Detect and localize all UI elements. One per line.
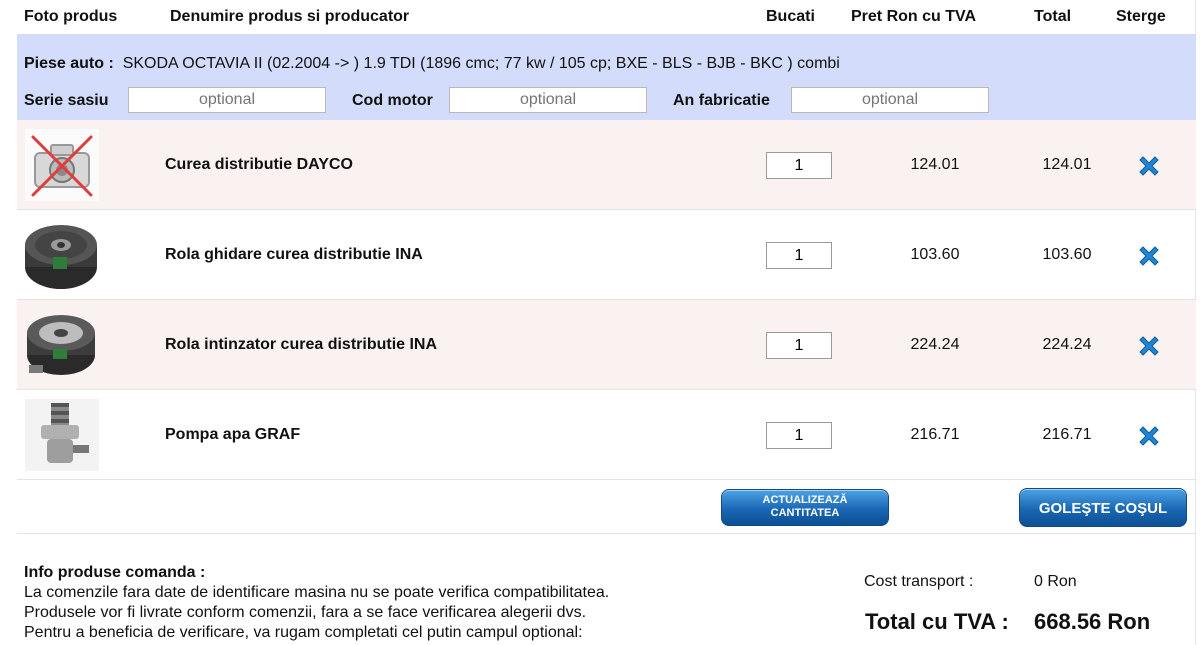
tensioner-pulley-image: [27, 315, 95, 375]
update-button-line2: CANTITATEA: [770, 507, 840, 519]
table-header: Foto produs Denumire produs si producato…: [0, 0, 1196, 34]
col-name-header: Denumire produs si producator: [170, 8, 410, 25]
col-price-header: Pret Ron cu TVA: [851, 8, 977, 25]
product-name[interactable]: Rola ghidare curea distributie INA: [165, 246, 423, 264]
quantity-input[interactable]: [766, 332, 832, 359]
update-button-line1: ACTUALIZEAZĂ: [762, 494, 848, 506]
delete-icon[interactable]: [1137, 244, 1161, 268]
info-title: Info produse comanda :: [24, 564, 206, 581]
car-line: Piese auto : SKODA OCTAVIA II (02.2004 -…: [24, 55, 840, 73]
engine-code-label: Cod motor: [352, 92, 433, 109]
update-quantity-button[interactable]: ACTUALIZEAZĂ CANTITATEA: [721, 489, 889, 526]
year-label: An fabricatie: [673, 92, 770, 109]
car-description: SKODA OCTAVIA II (02.2004 -> ) 1.9 TDI (…: [122, 55, 840, 72]
order-info: Info produse comanda : La comenzile fara…: [24, 563, 609, 643]
transport-cost-label: Cost transport :: [864, 573, 974, 590]
car-info-band: Piese auto : SKODA OCTAVIA II (02.2004 -…: [17, 34, 1196, 120]
idler-pulley-image: [25, 225, 97, 289]
divider: [17, 533, 1196, 534]
empty-cart-button[interactable]: GOLEŞTE COŞUL: [1019, 488, 1187, 527]
product-name[interactable]: Curea distributie DAYCO: [165, 156, 353, 174]
vin-input[interactable]: [128, 87, 326, 113]
product-row: Pompa apa GRAF 216.71 216.71: [17, 390, 1196, 480]
product-row: Rola intinzator curea distributie INA 22…: [17, 300, 1196, 390]
product-row: Rola ghidare curea distributie INA 103.6…: [17, 210, 1196, 300]
info-line: Pentru a beneficia de verificare, va rug…: [24, 624, 583, 641]
transport-cost-value: 0 Ron: [1034, 573, 1077, 590]
delete-icon[interactable]: [1137, 424, 1161, 448]
no-photo-camera-icon: [25, 129, 99, 201]
line-total: 124.01: [1042, 156, 1092, 173]
quantity-input[interactable]: [766, 152, 832, 179]
grand-total-label: Total cu TVA :: [865, 609, 1009, 634]
line-total: 103.60: [1042, 246, 1092, 263]
car-label: Piese auto :: [24, 55, 114, 72]
year-input[interactable]: [791, 87, 989, 113]
unit-price: 216.71: [910, 426, 960, 443]
unit-price: 124.01: [910, 156, 960, 173]
info-line: La comenzile fara date de identificare m…: [24, 584, 610, 601]
vin-label: Serie sasiu: [24, 92, 109, 109]
engine-code-input[interactable]: [449, 87, 647, 113]
car-fields-row: Serie sasiu Cod motor An fabricatie: [17, 87, 1196, 113]
quantity-input[interactable]: [766, 422, 832, 449]
delete-icon[interactable]: [1137, 334, 1161, 358]
col-delete-header: Sterge: [1116, 8, 1166, 25]
unit-price: 224.24: [910, 336, 960, 353]
line-total: 224.24: [1042, 336, 1092, 353]
col-qty-header: Bucati: [766, 8, 815, 25]
product-row: Curea distributie DAYCO 124.01 124.01: [17, 120, 1196, 210]
line-total: 216.71: [1042, 426, 1092, 443]
water-pump-image: [25, 399, 99, 471]
grand-total-value: 668.56 Ron: [1034, 609, 1151, 634]
quantity-input[interactable]: [766, 242, 832, 269]
col-total-header: Total: [1034, 8, 1072, 25]
product-name[interactable]: Pompa apa GRAF: [165, 426, 300, 444]
info-line: Produsele vor fi livrate conform comenzi…: [24, 604, 587, 621]
unit-price: 103.60: [910, 246, 960, 263]
delete-icon[interactable]: [1137, 154, 1161, 178]
product-name[interactable]: Rola intinzator curea distributie INA: [165, 336, 437, 354]
col-photo-header: Foto produs: [24, 8, 118, 25]
